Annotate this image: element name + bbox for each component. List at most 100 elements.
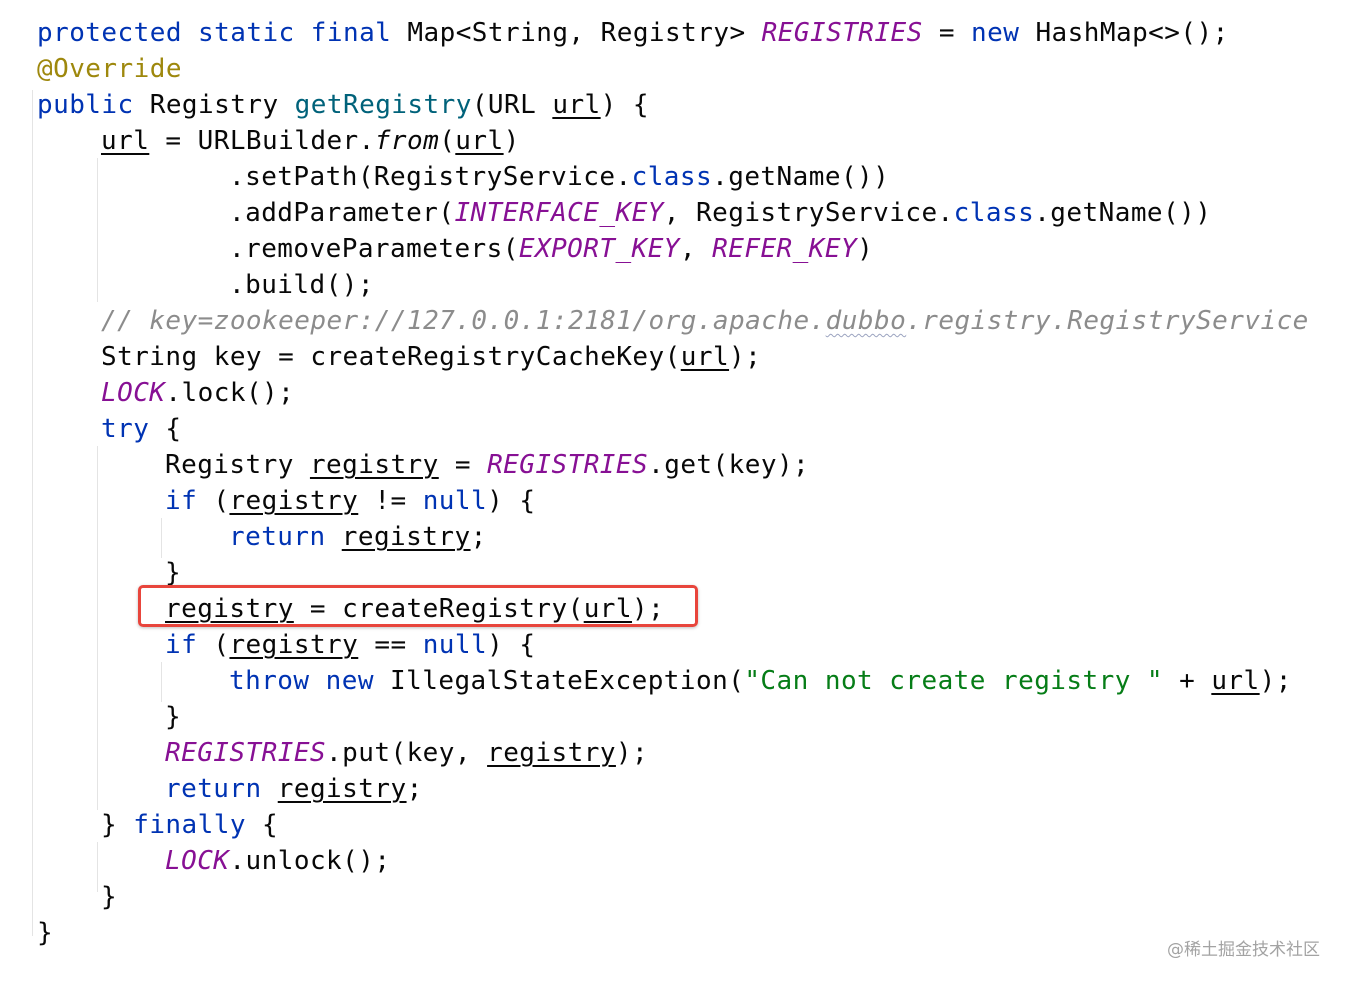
code-token: ; [406,774,423,804]
code-token: } [101,810,134,840]
code-line: @Override [37,51,182,87]
code-line: .addParameter(INTERFACE_KEY, RegistrySer… [229,195,1211,231]
code-token: .addParameter( [229,198,455,228]
code-line: LOCK.lock(); [101,375,294,411]
code-token: return [229,522,326,552]
code-token: .get(key); [648,450,810,480]
code-token: REGISTRIES [165,738,327,768]
code-token: REGISTRIES [761,18,923,48]
code-token: registry [277,774,407,804]
code-token: LOCK [101,378,166,408]
code-token: REGISTRIES [487,450,649,480]
code-token: url [101,126,150,156]
code-token: } [37,918,54,948]
code-token: = [922,18,972,48]
code-token: INTERFACE_KEY [454,198,664,228]
code-token: public [37,90,134,120]
code-token: .getName()) [712,162,890,192]
code-token: } [165,702,182,732]
code-line: throw new IllegalStateException("Can not… [229,663,1292,699]
code-token: null [422,486,488,516]
code-token: protected static final [37,18,392,48]
code-line: .build(); [229,267,374,303]
code-line: if (registry != null) { [165,483,535,519]
code-token: ) [857,234,874,264]
code-line: url = URLBuilder.from(url) [101,123,520,159]
code-token: registry [309,450,439,480]
code-token: { [245,810,279,840]
indent-guide [161,662,162,702]
code-token: Map<String, Registry> [391,18,762,48]
code-token: ) { [487,630,536,660]
code-token: ) { [487,486,536,516]
code-token: HashMap<>(); [1019,18,1229,48]
code-token: // key=zookeeper://127.0.0.1:2181/org.ap… [101,306,826,336]
code-token: Registry [133,90,295,120]
code-token: registry [341,522,471,552]
code-token: + [1163,666,1212,696]
code-token: class [953,198,1035,228]
code-token: == [358,630,423,660]
code-line: LOCK.unlock(); [165,843,390,879]
code-token: ); [615,738,649,768]
code-comment: // key=zookeeper://127.0.0.1:2181/org.ap… [101,303,1309,339]
code-line: } finally { [101,807,278,843]
code-token: .build(); [229,270,374,300]
code-token: ( [197,486,230,516]
code-token: EXPORT_KEY [518,234,680,264]
code-token: .registry.RegistryService [906,306,1309,336]
code-token: ) [503,126,520,156]
highlight-box [138,585,698,627]
code-token: url [455,126,504,156]
code-token: ); [1259,666,1292,696]
code-token: } [165,558,182,588]
code-token: finally [133,810,246,840]
code-token: new [971,18,1020,48]
code-token: IllegalStateException( [373,666,745,696]
code-line: return registry; [165,771,423,807]
code-line: Registry registry = REGISTRIES.get(key); [165,447,809,483]
code-token: return [165,774,262,804]
code-token: from [374,126,440,156]
indent-guide [97,158,98,302]
code-editor[interactable]: protected static final Map<String, Regis… [0,0,1346,984]
code-token: (URL [471,90,553,120]
code-token: ; [470,522,487,552]
code-line: String key = createRegistryCacheKey(url)… [101,339,761,375]
code-token: if [165,486,198,516]
code-token: ); [729,342,762,372]
code-token: != [358,486,423,516]
code-line: public Registry getRegistry(URL url) { [37,87,649,123]
code-token: LOCK [165,846,230,876]
indent-guide [97,446,98,810]
code-token: } [101,882,118,912]
code-token: registry [487,738,616,768]
code-token: { [149,414,182,444]
code-line: REGISTRIES.put(key, registry); [165,735,648,771]
indent-guide [161,518,162,558]
code-token: , [679,234,713,264]
code-line: try { [101,411,182,447]
code-token: .setPath(RegistryService. [229,162,632,192]
code-token: try [101,414,150,444]
code-token: = [438,450,488,480]
code-token: .getName()) [1034,198,1212,228]
code-token: .lock(); [165,378,295,408]
code-token: if [165,630,198,660]
code-token: registry [229,630,359,660]
code-token: = URLBuilder. [149,126,375,156]
code-token: class [631,162,713,192]
code-token: registry [229,486,359,516]
code-line: protected static final Map<String, Regis… [37,15,1229,51]
code-token: String key = createRegistryCacheKey( [101,342,681,372]
code-token: @Override [37,54,182,84]
code-token: null [422,630,488,660]
code-token: getRegistry [294,90,472,120]
code-token: Registry [165,450,310,480]
code-line: } [165,699,181,735]
code-line: if (registry == null) { [165,627,535,663]
code-token: throw new [229,666,374,696]
code-token: .removeParameters( [229,234,519,264]
